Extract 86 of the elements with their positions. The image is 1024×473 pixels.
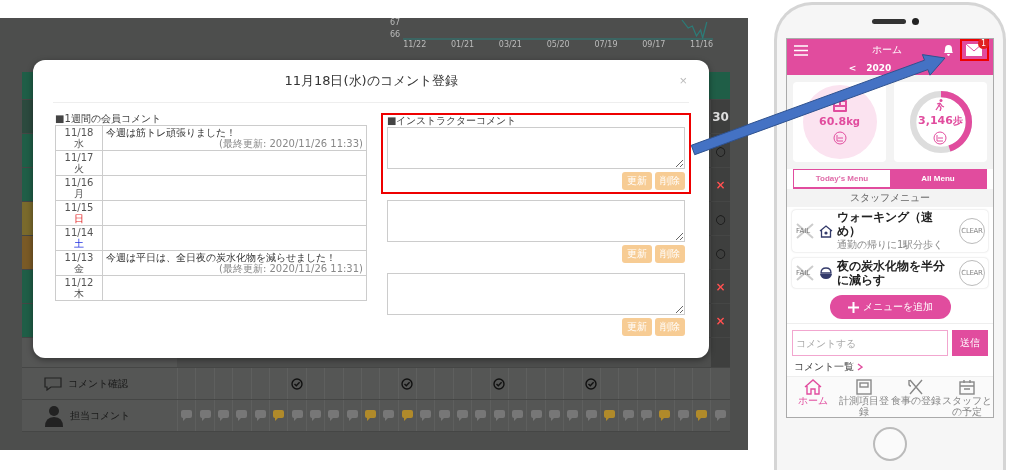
weekday-text: 金 bbox=[73, 263, 85, 274]
notification-badge: 1 bbox=[978, 39, 989, 49]
check-circle-icon bbox=[291, 377, 304, 390]
dialog-title: 11月18日(水)のコメント登録 bbox=[284, 72, 458, 90]
nav-label[interactable]: 食事の登録 bbox=[890, 395, 941, 406]
status-mark: × bbox=[715, 177, 726, 192]
camera-icon bbox=[911, 18, 919, 25]
axis-tick-label: 66 bbox=[390, 30, 401, 39]
section-label: スタッフメニュー bbox=[850, 192, 930, 204]
nav-label[interactable]: 計測項目登録 bbox=[839, 395, 890, 417]
steps-value: 3,146歩 bbox=[918, 114, 963, 129]
axis-tick-label: 07/19 bbox=[594, 40, 618, 49]
comment-text: 今週は筋トレ頑張りました！ bbox=[106, 127, 237, 138]
speaker-icon bbox=[871, 19, 906, 24]
date-text: 11/14 bbox=[63, 227, 95, 238]
menu-subtitle: 通勤の帰りに1駅分歩く bbox=[837, 238, 945, 253]
section-heading: ■1週間の会員コメント bbox=[55, 113, 162, 125]
check-circle-icon bbox=[585, 377, 598, 390]
home-icon[interactable] bbox=[803, 379, 822, 395]
comment-field[interactable] bbox=[387, 200, 685, 242]
runner-icon bbox=[935, 99, 946, 112]
status-mark: ○ bbox=[715, 211, 726, 226]
scale-icon[interactable] bbox=[855, 379, 874, 395]
speech-bubble-icon bbox=[44, 376, 62, 391]
date-text: 11/17 bbox=[63, 152, 95, 163]
bell-icon[interactable] bbox=[943, 44, 954, 56]
plus-icon bbox=[847, 301, 859, 313]
rice-bowl-icon bbox=[819, 266, 833, 280]
mail-icon[interactable] bbox=[966, 44, 982, 56]
weekday-text: 月 bbox=[73, 188, 85, 199]
axis-tick-label: 67 bbox=[390, 18, 401, 27]
comment-field[interactable] bbox=[387, 127, 685, 169]
axis-tick-label: 09/17 bbox=[642, 40, 666, 49]
menu-title: 夜の炭水化物を半分に減らす bbox=[837, 259, 946, 287]
house-icon bbox=[819, 224, 833, 238]
date-text: 11/13 bbox=[63, 252, 95, 263]
comment-text: 今週は平日は、全日夜の炭水化物を減らせました！ bbox=[106, 252, 337, 263]
status-mark: × bbox=[715, 313, 726, 328]
add-menu-button[interactable]: メニューを追加 bbox=[829, 295, 951, 319]
date-text: 11/16 bbox=[63, 177, 95, 188]
date-text: 11/18 bbox=[63, 127, 95, 138]
weight-value: 60.8kg bbox=[819, 114, 860, 128]
weekday-text: 日 bbox=[73, 213, 85, 224]
axis-tick-label: 05/20 bbox=[546, 40, 570, 49]
status-mark: × bbox=[715, 279, 726, 294]
close-button[interactable]: × bbox=[679, 73, 687, 88]
cross-icon[interactable] bbox=[795, 223, 815, 240]
check-circle-icon bbox=[493, 377, 506, 390]
cross-icon[interactable] bbox=[795, 265, 815, 281]
axis-tick-label: 11/16 bbox=[690, 40, 714, 49]
comment-list-link[interactable]: コメント一覧 bbox=[794, 360, 854, 374]
date-label: 2020 bbox=[866, 63, 892, 74]
weekday-text: 土 bbox=[73, 238, 85, 249]
previous-button[interactable]: < bbox=[848, 63, 857, 74]
button-label: メニューを追加 bbox=[862, 300, 933, 314]
status-mark: ○ bbox=[715, 143, 726, 158]
update-time: (最終更新: 2020/11/26 11:33) bbox=[218, 138, 363, 149]
menu-icon[interactable] bbox=[794, 44, 808, 56]
weekday-text: 水 bbox=[73, 138, 85, 149]
weekday-text: 火 bbox=[73, 163, 85, 174]
comment-field[interactable]: コメントする bbox=[792, 330, 948, 356]
date-text: 11/15 bbox=[63, 202, 95, 213]
nav-label[interactable]: ホーム bbox=[787, 395, 838, 406]
send-button[interactable]: 送信 bbox=[952, 330, 988, 356]
menu-title: ウォーキング（速め） bbox=[837, 210, 934, 239]
update-time: (最終更新: 2020/11/26 11:31) bbox=[219, 263, 363, 274]
calendar-icon[interactable] bbox=[958, 379, 977, 395]
person-icon bbox=[44, 404, 64, 427]
fork-knife-icon[interactable] bbox=[906, 379, 925, 395]
chevron-right-icon[interactable] bbox=[857, 363, 863, 371]
date-text: 11/12 bbox=[63, 277, 95, 288]
graph-icon[interactable] bbox=[933, 131, 948, 146]
weekday-text: 木 bbox=[73, 288, 85, 299]
status-mark: ○ bbox=[715, 245, 726, 260]
tab[interactable]: All Menu bbox=[890, 170, 986, 188]
nav-label[interactable]: スタッフとの予定 bbox=[942, 395, 993, 417]
axis-tick-label: 11/22 bbox=[403, 40, 427, 49]
axis-tick-label: 01/21 bbox=[451, 40, 475, 49]
axis-tick-label: 03/21 bbox=[498, 40, 522, 49]
status-mark: 30 bbox=[712, 109, 729, 124]
home-button[interactable] bbox=[873, 427, 907, 461]
check-circle-icon bbox=[401, 377, 414, 390]
section-heading: ■インストラクターコメント bbox=[387, 115, 518, 127]
screen-title: ホーム bbox=[870, 43, 903, 57]
comment-field[interactable] bbox=[387, 273, 685, 315]
graph-icon[interactable] bbox=[832, 130, 847, 145]
